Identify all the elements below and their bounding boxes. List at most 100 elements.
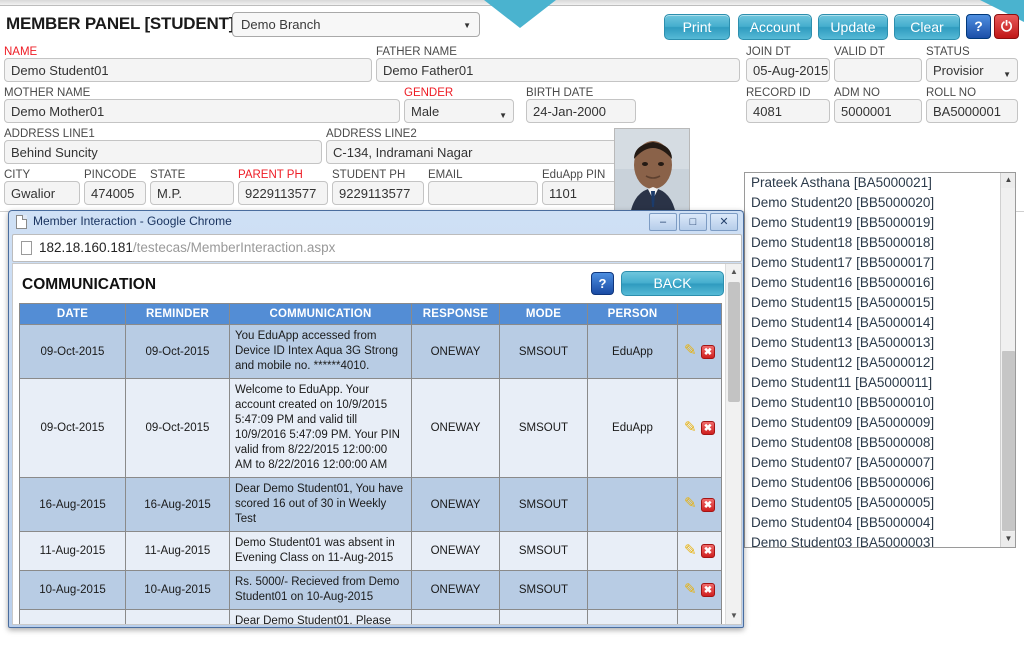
table-row[interactable]: 11-Aug-2015 11-Aug-2015 Demo Student01 was… <box>19 531 722 571</box>
pencil-icon[interactable] <box>684 580 697 598</box>
list-item[interactable]: Demo Student04 [BB5000004] <box>745 513 1015 533</box>
close-button[interactable]: ✕ <box>710 213 738 231</box>
pencil-icon[interactable] <box>684 541 697 559</box>
email-input[interactable] <box>428 181 538 205</box>
city-label: CITY <box>4 169 31 181</box>
page-help-icon[interactable]: ? <box>591 272 614 295</box>
valid-dt-input[interactable] <box>834 58 922 82</box>
address-line2-label: ADDRESS LINE2 <box>326 128 417 140</box>
list-item[interactable]: Prateek Asthana [BA5000021] <box>745 173 1015 193</box>
list-item[interactable]: Demo Student13 [BA5000013] <box>745 333 1015 353</box>
account-button[interactable]: Account <box>738 14 812 40</box>
page-scroll-up-icon[interactable]: ▲ <box>726 264 741 280</box>
gender-value: Male <box>411 104 440 119</box>
delete-icon[interactable]: ✖ <box>701 544 715 558</box>
record-id-input[interactable]: 4081 <box>746 99 830 123</box>
delete-icon[interactable]: ✖ <box>701 583 715 597</box>
table-row[interactable]: 16-Aug-2015 16-Aug-2015 Dear Demo Student0… <box>19 477 722 532</box>
scroll-up-icon[interactable]: ▲ <box>1001 173 1015 188</box>
list-item[interactable]: Demo Student17 [BB5000017] <box>745 253 1015 273</box>
branch-select[interactable]: Demo Branch ▼ <box>232 12 480 37</box>
page-scrollbar[interactable]: ▲ ▼ <box>725 264 741 624</box>
list-item[interactable]: Demo Student09 [BA5000009] <box>745 413 1015 433</box>
back-button[interactable]: BACK <box>621 271 724 296</box>
list-item[interactable]: Demo Student12 [BA5000012] <box>745 353 1015 373</box>
address-line2-input[interactable]: C-134, Indramani Nagar <box>326 140 640 164</box>
url-path: /testecas/MemberInteraction.aspx <box>132 240 336 255</box>
adm-no-value: 5000001 <box>841 104 892 119</box>
list-item[interactable]: Demo Student05 [BA5000005] <box>745 493 1015 513</box>
clear-button[interactable]: Clear <box>894 14 960 40</box>
state-input[interactable]: M.P. <box>150 181 234 205</box>
delete-icon[interactable]: ✖ <box>701 421 715 435</box>
list-item[interactable]: Demo Student03 [BA5000003] <box>745 533 1015 547</box>
pencil-icon[interactable] <box>684 494 697 512</box>
address-bar[interactable]: 182.18.160.181/testecas/MemberInteractio… <box>12 234 742 262</box>
delete-icon[interactable]: ✖ <box>701 497 715 512</box>
cell-response: ONEWAY <box>411 609 500 624</box>
scroll-down-icon[interactable]: ▼ <box>1001 532 1015 547</box>
mother-name-input[interactable]: Demo Mother01 <box>4 99 400 123</box>
member-list-scroll-thumb[interactable] <box>1002 351 1015 531</box>
list-item[interactable]: Demo Student14 [BA5000014] <box>745 313 1015 333</box>
table-row[interactable]: 09-Oct-2015 09-Oct-2015 You EduApp accesse… <box>19 324 722 379</box>
member-list[interactable]: Prateek Asthana [BA5000021] Demo Student2… <box>744 172 1016 548</box>
help-icon[interactable]: ? <box>966 14 991 39</box>
list-item[interactable]: Demo Student19 [BB5000019] <box>745 213 1015 233</box>
adm-no-label: ADM NO <box>834 87 880 99</box>
cell-person: EduApp <box>587 378 678 478</box>
table-header-row: DATE REMINDER COMMUNICATION RESPONSE MODE PER… <box>19 303 722 325</box>
status-select[interactable]: Provisior ▼ <box>926 58 1018 82</box>
cell-response: ONEWAY <box>411 531 500 571</box>
student-ph-input[interactable]: 9229113577 <box>332 181 424 205</box>
list-item[interactable]: Demo Student20 [BB5000020] <box>745 193 1015 213</box>
page-scroll-thumb[interactable] <box>728 282 740 402</box>
member-photo-image <box>615 129 689 221</box>
list-item[interactable]: Demo Student11 [BA5000011] <box>745 373 1015 393</box>
list-item[interactable]: Demo Student16 [BB5000016] <box>745 273 1015 293</box>
cell-person: EduApp <box>587 324 678 379</box>
maximize-button[interactable]: □ <box>679 213 707 231</box>
parent-ph-input[interactable]: 9229113577 <box>238 181 328 205</box>
table-row[interactable]: 10-Aug-2015 10-Aug-2015 Rs. 5000/- Recieve… <box>19 570 722 610</box>
print-button[interactable]: Print <box>664 14 730 40</box>
pincode-label: PINCODE <box>84 169 137 181</box>
list-item[interactable]: Demo Student15 [BA5000015] <box>745 293 1015 313</box>
gender-select[interactable]: Male ▼ <box>404 99 514 123</box>
cell-actions: ✖ <box>677 378 722 478</box>
email-label: EMAIL <box>428 169 463 181</box>
list-item[interactable]: Demo Student06 [BB5000006] <box>745 473 1015 493</box>
join-dt-input[interactable]: 05-Aug-2015 <box>746 58 830 82</box>
page-header: MEMBER PANEL [STUDENT] Demo Branch ▼ Pri… <box>0 6 1024 40</box>
record-id-value: 4081 <box>753 104 782 119</box>
member-list-scrollbar[interactable]: ▲ ▼ <box>1000 173 1015 547</box>
list-item[interactable]: Demo Student07 [BA5000007] <box>745 453 1015 473</box>
delete-icon[interactable]: ✖ <box>701 344 715 359</box>
pencil-icon[interactable] <box>684 418 697 436</box>
window-titlebar[interactable]: Member Interaction - Google Chrome – □ ✕ <box>9 211 743 233</box>
cell-response: ONEWAY <box>411 324 500 379</box>
cell-actions: ✖ <box>677 477 722 532</box>
adm-no-input[interactable]: 5000001 <box>834 99 922 123</box>
table-row[interactable]: 09-Oct-2015 09-Oct-2015 Welcome to EduApp.… <box>19 378 722 478</box>
address-line1-input[interactable]: Behind Suncity <box>4 140 322 164</box>
window-title: Member Interaction - Google Chrome <box>33 214 232 228</box>
father-name-input[interactable]: Demo Father01 <box>376 58 740 82</box>
mother-name-label: MOTHER NAME <box>4 87 91 99</box>
roll-no-input[interactable]: BA5000001 <box>926 99 1018 123</box>
update-button[interactable]: Update <box>818 14 888 40</box>
name-input[interactable]: Demo Student01 <box>4 58 372 82</box>
cell-reminder: 11-Aug-2015 <box>125 531 230 571</box>
minimize-button[interactable]: – <box>649 213 677 231</box>
pencil-icon[interactable] <box>684 341 697 359</box>
birth-date-input[interactable]: 24-Jan-2000 <box>526 99 636 123</box>
pincode-input[interactable]: 474005 <box>84 181 146 205</box>
power-icon[interactable]: ⏻ <box>994 14 1019 39</box>
list-item[interactable]: Demo Student10 [BB5000010] <box>745 393 1015 413</box>
table-row[interactable]: 05-Aug-201510-Aug-2015Dear Demo Student0… <box>19 609 722 624</box>
father-name-value: Demo Father01 <box>383 63 474 78</box>
city-input[interactable]: Gwalior <box>4 181 80 205</box>
page-scroll-down-icon[interactable]: ▼ <box>726 608 741 624</box>
list-item[interactable]: Demo Student08 [BB5000008] <box>745 433 1015 453</box>
list-item[interactable]: Demo Student18 [BB5000018] <box>745 233 1015 253</box>
